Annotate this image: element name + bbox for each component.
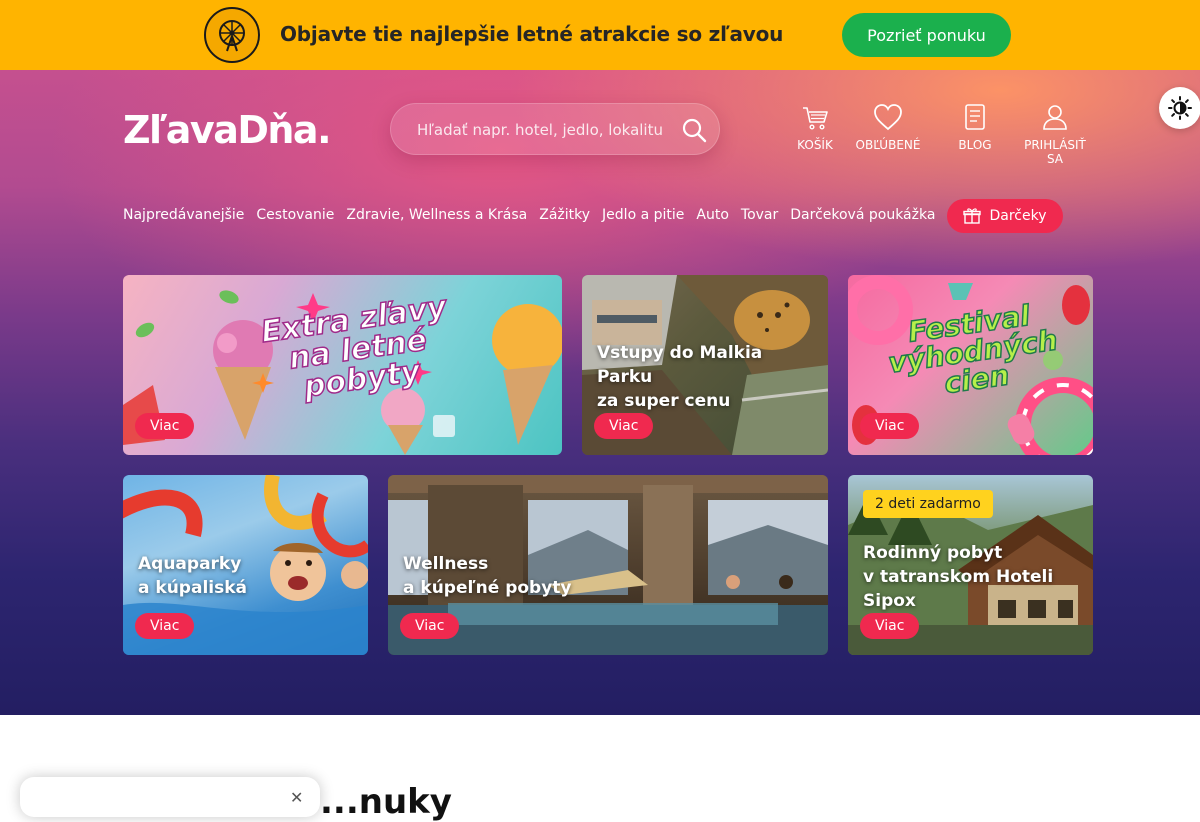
category-item[interactable]: Zdravie, Wellness a Krása bbox=[346, 207, 527, 223]
category-item[interactable]: Cestovanie bbox=[256, 207, 334, 223]
category-item[interactable]: Zážitky bbox=[539, 207, 590, 223]
card-title: Aquaparky a kúpaliská bbox=[138, 554, 247, 598]
theme-toggle-button[interactable] bbox=[1159, 87, 1200, 129]
cart-label: KOŠÍK bbox=[797, 138, 833, 152]
hero-section: ZľavaDňa. KOŠÍK OBĽÚBENÉ BLOG bbox=[0, 70, 1200, 715]
cart-link[interactable]: KOŠÍK bbox=[796, 102, 834, 152]
gifts-button[interactable]: Darčeky bbox=[947, 199, 1063, 233]
login-label: PRIHLÁSIŤ SA bbox=[1024, 138, 1086, 166]
promo-bar: Objavte tie najlepšie letné atrakcie so … bbox=[0, 0, 1200, 70]
search-box bbox=[390, 103, 720, 155]
promo-tag: 2 deti zadarmo bbox=[863, 490, 993, 518]
card-title: Wellness a kúpeľné pobyty bbox=[403, 554, 572, 598]
gifts-label: Darčeky bbox=[989, 208, 1047, 224]
card-more-button[interactable]: Viac bbox=[860, 413, 920, 439]
heart-icon bbox=[874, 104, 902, 131]
promo-card-summer-stays[interactable]: Extra zľavy na letné pobyty Viac bbox=[123, 275, 562, 455]
promo-card-family-stay[interactable]: 2 deti zadarmo Rodinný pobyt v tatransko… bbox=[848, 475, 1093, 655]
card-more-button[interactable]: Viac bbox=[135, 613, 195, 639]
chat-popup bbox=[20, 777, 320, 817]
search-input[interactable] bbox=[417, 118, 667, 142]
promo-card-aquaparks[interactable]: Aquaparky a kúpaliská Viac bbox=[123, 475, 368, 655]
card-more-button[interactable]: Viac bbox=[400, 613, 460, 639]
card-title: Rodinný pobyt v tatranskom Hoteli Sipox bbox=[863, 543, 1054, 611]
ferris-wheel-icon bbox=[204, 7, 260, 63]
category-item[interactable]: Auto bbox=[696, 207, 729, 223]
card-more-button[interactable]: Viac bbox=[594, 413, 654, 439]
category-nav: Najpredávanejšie Cestovanie Zdravie, Wel… bbox=[123, 207, 947, 223]
user-icon bbox=[1043, 105, 1067, 130]
gift-icon bbox=[963, 208, 982, 224]
card-more-button[interactable]: Viac bbox=[860, 613, 920, 639]
category-item[interactable]: Darčeková poukážka bbox=[790, 207, 935, 223]
category-item[interactable]: Jedlo a pitie bbox=[602, 207, 684, 223]
blog-label: BLOG bbox=[958, 138, 992, 152]
search-icon[interactable] bbox=[681, 117, 707, 143]
sun-icon bbox=[1168, 96, 1192, 120]
site-logo[interactable]: ZľavaDňa. bbox=[123, 108, 332, 152]
promo-card-wellness[interactable]: Wellness a kúpeľné pobyty Viac bbox=[388, 475, 828, 655]
card-title: Vstupy do Malkia Parku za super cenu bbox=[597, 343, 763, 411]
view-offer-button[interactable]: Pozrieť ponuku bbox=[842, 13, 1011, 57]
close-icon[interactable]: ✕ bbox=[290, 788, 303, 807]
promo-card-malkia-park[interactable]: Vstupy do Malkia Parku za super cenu Via… bbox=[582, 275, 828, 455]
favorites-label: OBĽÚBENÉ bbox=[855, 138, 921, 152]
cart-icon bbox=[803, 107, 828, 130]
promo-text: Objavte tie najlepšie letné atrakcie so … bbox=[280, 22, 784, 46]
login-link[interactable]: PRIHLÁSIŤ SA bbox=[1015, 102, 1095, 166]
card-more-button[interactable]: Viac bbox=[135, 413, 195, 439]
category-item[interactable]: Tovar bbox=[741, 207, 778, 223]
category-item[interactable]: Najpredávanejšie bbox=[123, 207, 244, 223]
blog-link[interactable]: BLOG bbox=[955, 102, 995, 152]
promo-card-festival[interactable]: Festival výhodných cien Viac bbox=[848, 275, 1093, 455]
blog-icon bbox=[965, 104, 985, 130]
section-heading: ...nuky bbox=[320, 782, 452, 822]
favorites-link[interactable]: OBĽÚBENÉ bbox=[855, 102, 921, 152]
